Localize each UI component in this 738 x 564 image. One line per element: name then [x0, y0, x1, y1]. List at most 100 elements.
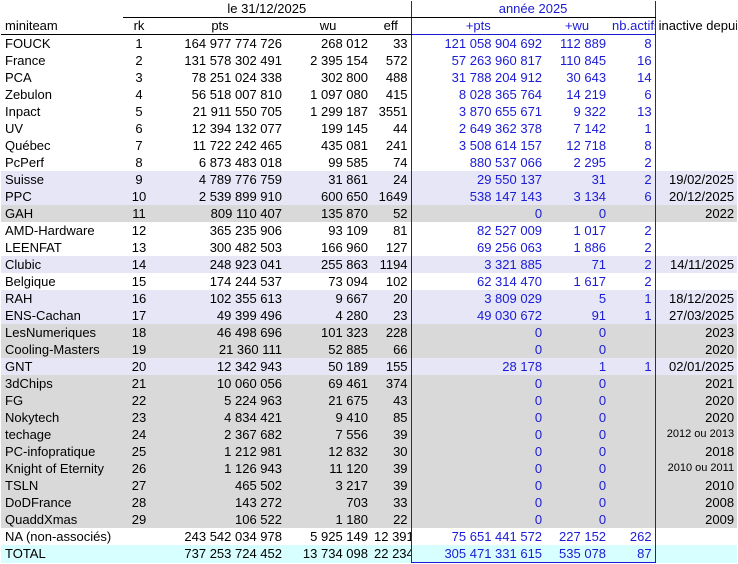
rank-cell: 10: [123, 188, 155, 205]
members-cell: 155: [371, 358, 412, 375]
members-cell: 39: [371, 477, 412, 494]
points-cell: 4 834 421: [155, 409, 285, 426]
members-cell: 1649: [371, 188, 412, 205]
table-row: PCA 3 78 251 024 338 302 800 488 31 788 204 9…: [1, 69, 737, 86]
inactive-since-cell: 27/03/2025: [655, 307, 738, 324]
points-cell: 106 522: [155, 511, 285, 528]
col-header-eff: eff: [371, 17, 412, 35]
year-work-units-cell: 1 017: [573, 223, 607, 238]
members-cell: 66: [371, 341, 412, 358]
members-cell: 33: [371, 494, 412, 511]
active-count-cell: 8: [609, 34, 656, 52]
inactive-since-cell: 2018: [655, 443, 738, 460]
inactive-since-cell: [655, 103, 737, 120]
table-row: France 2 131 578 302 491 2 395 154 572 57 263…: [1, 52, 737, 69]
rank-cell: 7: [135, 138, 143, 153]
active-count-cell: [609, 511, 656, 528]
inactive-since-cell: [655, 545, 738, 563]
year-points-cell: 3 321 885: [410, 256, 546, 273]
table-row: Clubic 14 248 923 041 255 863 1194 3 321 885 7…: [1, 256, 738, 273]
inactive-since-cell: 2020: [655, 409, 738, 426]
year-work-units-cell: 1 886: [573, 240, 607, 255]
year-points-cell: 0: [410, 494, 546, 511]
year-work-units-cell: 0: [545, 511, 610, 528]
work-units-cell: 135 870: [285, 205, 371, 222]
table-row: Nokytech 23 4 834 421 9 410 85 0 0 2020: [1, 409, 738, 426]
col-header-pts: pts: [155, 17, 285, 35]
points-cell: 5 224 963: [155, 392, 285, 409]
year-points-cell: 2 649 362 378: [410, 120, 546, 137]
members-cell: 85: [371, 409, 412, 426]
year-work-units-cell: 2 295: [573, 155, 607, 170]
rank-cell: 9: [123, 171, 155, 188]
year-work-units-cell: 1 617: [573, 274, 607, 289]
team-name-cell: GAH: [1, 205, 123, 222]
col-header-inactive: inactive depuis: [658, 18, 738, 33]
team-name-cell: ENS-Cachan: [1, 307, 123, 324]
active-count-cell: [609, 341, 656, 358]
inactive-since-cell: [655, 154, 737, 171]
work-units-cell: 101 323: [285, 324, 371, 341]
non-associated-row: NA (non-associés) 243 542 034 978 5 925 14…: [1, 528, 737, 545]
members-cell: 102: [385, 274, 408, 289]
rank-cell: 24: [123, 426, 155, 443]
year-work-units-cell: 5: [545, 290, 610, 307]
inactive-since-cell: 2023: [655, 324, 738, 341]
work-units-cell: 166 960: [321, 240, 368, 255]
members-cell: 374: [371, 375, 412, 392]
inactive-since-cell: 2021: [655, 375, 738, 392]
points-cell: 164 977 774 726: [184, 36, 282, 51]
year-points-cell: 0: [410, 324, 546, 341]
rank-cell: 1: [135, 36, 143, 51]
year-work-units-cell: 71: [545, 256, 610, 273]
year-points-cell: 28 178: [410, 358, 546, 375]
active-count-cell: [609, 409, 656, 426]
rank-cell: 16: [123, 290, 155, 307]
active-count-cell: 8: [609, 137, 656, 154]
team-name-cell: TSLN: [1, 477, 123, 494]
year-work-units-cell: 0: [545, 477, 610, 494]
team-name-cell: FG: [1, 392, 123, 409]
table-row: PC-infopratique 25 1 212 981 12 832 30 0 0 2018: [1, 443, 738, 460]
points-cell: 465 502: [155, 477, 285, 494]
points-cell: 248 923 041: [155, 256, 285, 273]
work-units-cell: 5 925 149: [310, 529, 368, 544]
work-units-cell: 73 094: [328, 274, 368, 289]
active-count-cell: 2: [609, 256, 656, 273]
work-units-cell: 99 585: [328, 155, 368, 170]
inactive-since-cell: 2022: [655, 205, 738, 222]
points-cell: 131 578 302 491: [184, 53, 282, 68]
table-row: LEENFAT 13 300 482 503 166 960 127 69 256 063…: [1, 239, 737, 256]
year-points-cell: 29 550 137: [410, 171, 546, 188]
inactive-since-cell: [655, 52, 737, 69]
active-count-cell: [609, 494, 656, 511]
col-header-plus-pts: +pts: [410, 17, 546, 35]
table-row: QuaddXmas 29 106 522 1 180 22 0 0 2009: [1, 511, 738, 528]
column-header-row: miniteam rk pts wu eff +pts +wu nb.actif…: [1, 17, 738, 35]
table-row: Belgique 15 174 244 537 73 094 102 62 314 470…: [1, 273, 737, 290]
year-points-cell: 31 788 204 912: [410, 69, 546, 86]
points-cell: 4 789 776 759: [155, 171, 285, 188]
table-row: ENS-Cachan 17 49 399 496 4 280 23 49 030 672 9…: [1, 307, 738, 324]
year-work-units-cell: 1: [545, 358, 610, 375]
year-points-cell: 82 527 009: [410, 222, 546, 239]
team-name-cell: Belgique: [5, 274, 56, 289]
members-cell: 44: [393, 121, 408, 136]
year-work-units-cell: 0: [545, 443, 610, 460]
year-header: année 2025: [410, 1, 656, 18]
year-work-units-cell: 110 845: [560, 53, 607, 68]
points-cell: 49 399 496: [155, 307, 285, 324]
table-row: GNT 20 12 342 943 50 189 155 28 178 1 1 02/01/20…: [1, 358, 738, 375]
team-name-cell: FOUCK: [5, 36, 51, 51]
team-name-cell: RAH: [1, 290, 123, 307]
rank-cell: 29: [123, 511, 155, 528]
points-cell: 365 235 906: [209, 223, 282, 238]
work-units-cell: 2 395 154: [310, 53, 368, 68]
members-cell: 33: [393, 36, 408, 51]
team-name-cell: PPC: [1, 188, 123, 205]
year-points-cell: 0: [410, 477, 546, 494]
work-units-cell: 69 461: [285, 375, 371, 392]
rank-cell: 3: [135, 70, 143, 85]
work-units-cell: 4 280: [285, 307, 371, 324]
work-units-cell: 9 667: [285, 290, 371, 307]
